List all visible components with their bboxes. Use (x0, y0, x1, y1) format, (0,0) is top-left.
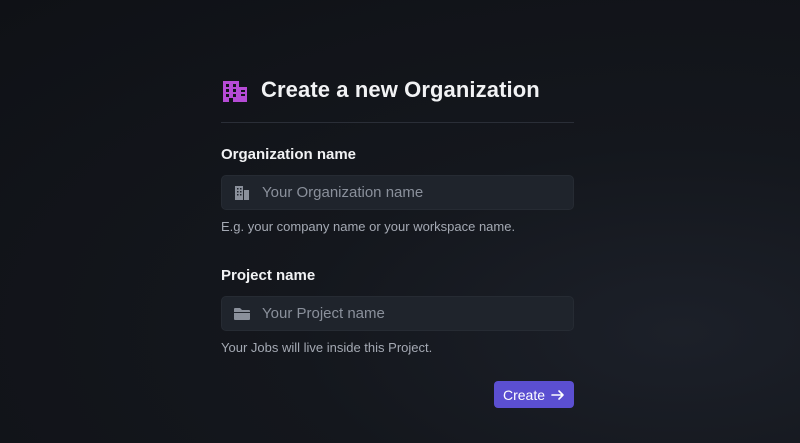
project-name-help: Your Jobs will live inside this Project. (221, 340, 433, 355)
organization-name-field[interactable] (221, 175, 574, 210)
header-divider (221, 122, 574, 123)
folder-icon (234, 306, 250, 322)
building-icon (221, 76, 249, 104)
organization-name-label: Organization name (221, 146, 357, 163)
project-name-label: Project name (221, 267, 316, 284)
arrow-right-icon (551, 389, 565, 401)
create-button-label: Create (502, 386, 546, 403)
page-title: Create a new Organization (261, 77, 540, 102)
organization-name-input[interactable] (262, 176, 573, 209)
form-actions: Create (221, 381, 574, 408)
project-name-input[interactable] (262, 297, 573, 330)
form-header: Create a new Organization (221, 70, 574, 110)
organization-name-help: E.g. your company name or your workspace… (221, 219, 516, 234)
create-organization-form: Create a new Organization Organization n… (221, 70, 574, 408)
project-name-field[interactable] (221, 296, 574, 331)
create-button[interactable]: Create (494, 381, 574, 408)
building-small-icon (234, 185, 250, 201)
